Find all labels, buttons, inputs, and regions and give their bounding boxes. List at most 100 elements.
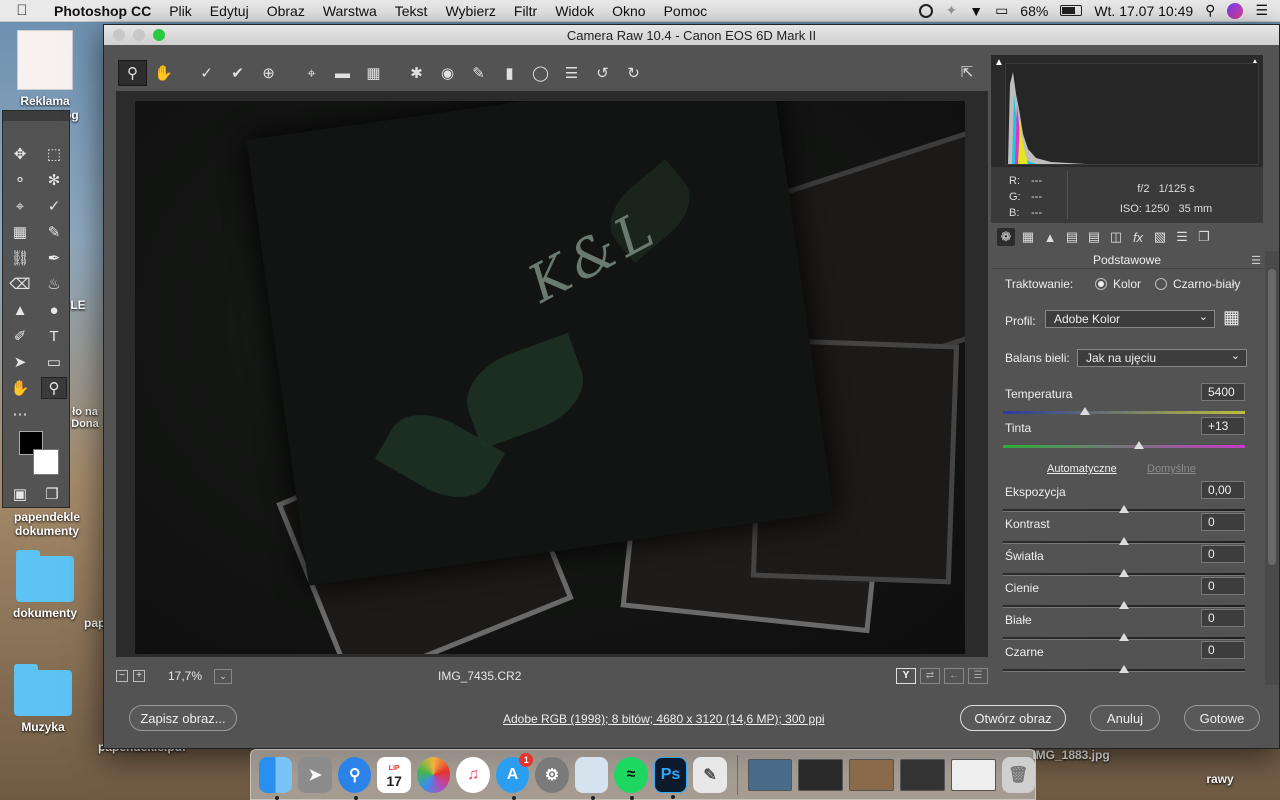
toggle-fullscreen-icon[interactable]: ⇱ [954, 59, 980, 85]
crop-tool-icon[interactable]: ⌖ [3, 195, 37, 217]
rotate-right-icon[interactable]: ↻ [619, 60, 648, 86]
blur-tool-icon[interactable]: ▲ [3, 299, 37, 321]
tab-basic-icon[interactable]: ❁ [997, 228, 1015, 246]
zoom-out-button[interactable]: − [116, 670, 128, 682]
slider-track[interactable] [1003, 441, 1245, 449]
straighten-tool-icon[interactable]: ▬ [328, 60, 357, 86]
preferences-icon[interactable]: ☰ [557, 60, 586, 86]
cancel-button[interactable]: Anuluj [1090, 705, 1160, 731]
slider-value-field[interactable]: 0 [1201, 577, 1245, 595]
image-preview[interactable]: K&L [135, 101, 965, 654]
airplay-icon[interactable]: ▭ [995, 2, 1008, 19]
transform-tool-icon[interactable]: ▦ [359, 60, 388, 86]
swap-before-after-icon[interactable]: ⇄ [920, 668, 940, 684]
spot-removal-tool-icon[interactable]: ✱ [402, 60, 431, 86]
minimize-icon[interactable] [133, 29, 145, 41]
zoom-dropdown[interactable]: ⌄ [214, 668, 233, 684]
slider-value-field[interactable]: 0,00 [1201, 481, 1245, 499]
battery-icon[interactable] [1060, 5, 1083, 16]
toggle-settings-icon[interactable]: ☰ [968, 668, 988, 684]
panel-menu-icon[interactable]: ☰ [1251, 254, 1261, 267]
background-color-swatch[interactable] [33, 449, 59, 475]
menu-image[interactable]: Obraz [258, 3, 314, 19]
dodge-tool-icon[interactable]: ● [37, 299, 71, 321]
tab-lens-icon[interactable]: ◫ [1107, 228, 1125, 246]
apple-menu-icon[interactable]:  [0, 2, 44, 19]
notification-center-icon[interactable]: ☰ [1255, 2, 1268, 19]
white-balance-select[interactable]: Jak na ujęciu [1077, 348, 1247, 367]
zoom-tool-icon[interactable]: ⚲ [41, 377, 67, 399]
slider-value-field[interactable]: 0 [1201, 609, 1245, 627]
quick-select-tool-icon[interactable]: ✻ [37, 169, 71, 191]
slider-track[interactable] [1003, 569, 1245, 577]
menu-edit[interactable]: Edytuj [201, 3, 258, 19]
targeted-adjustment-tool-icon[interactable]: ⊕ [254, 60, 283, 86]
desktop-partial-label[interactable]: ło na Dona [68, 406, 102, 430]
profile-select[interactable]: Adobe Kolor [1045, 309, 1215, 328]
slider-value-field[interactable]: +13 [1201, 417, 1245, 435]
close-icon[interactable] [113, 29, 125, 41]
desktop-file-papendekle[interactable]: papendekle dokumenty [2, 510, 92, 538]
more-tools-icon[interactable]: ⋯ [3, 403, 37, 425]
type-tool-icon[interactable]: T [37, 325, 71, 347]
zoom-window-icon[interactable] [153, 29, 165, 41]
calendar-icon[interactable]: LIP 17 [377, 756, 411, 793]
menu-file[interactable]: Plik [160, 3, 201, 19]
slider-track[interactable] [1003, 665, 1245, 673]
menu-help[interactable]: Pomoc [655, 3, 717, 19]
marquee-tool-icon[interactable]: ⬚ [37, 143, 71, 165]
app-menu[interactable]: Photoshop CC [44, 3, 160, 19]
stamp-tool-icon[interactable]: ⛓ [3, 247, 37, 269]
tab-presets-icon[interactable]: ☰ [1173, 228, 1191, 246]
desktop-folder-rawy[interactable]: rawy [1190, 772, 1250, 786]
slider-value-field[interactable]: 0 [1201, 513, 1245, 531]
bluetooth-icon[interactable]: ✦ [945, 2, 957, 19]
finder-icon[interactable] [259, 756, 293, 800]
trash-icon[interactable]: 🗑 [1001, 756, 1035, 793]
desktop-folder-muzyka[interactable]: Muzyka [0, 664, 88, 734]
slider-track[interactable] [1003, 505, 1245, 513]
auto-link[interactable]: Automatyczne [1047, 463, 1117, 475]
lasso-tool-icon[interactable]: ⚬ [3, 169, 37, 191]
tab-tone-curve-icon[interactable]: ▦ [1019, 228, 1037, 246]
slider-value-field[interactable]: 0 [1201, 545, 1245, 563]
eyedropper-tool-icon[interactable]: ✓ [37, 195, 71, 217]
menu-layer[interactable]: Warstwa [314, 3, 386, 19]
move-tool-icon[interactable]: ✥ [3, 143, 37, 165]
launchpad-icon[interactable]: ➤ [298, 756, 332, 793]
preview-icon[interactable] [574, 756, 609, 800]
safari-icon[interactable]: ⚲ [337, 756, 372, 800]
graduated-filter-icon[interactable]: ▮ [495, 60, 524, 86]
slider-thumb[interactable] [1119, 569, 1129, 577]
profile-browser-icon[interactable]: ▦ [1223, 307, 1240, 328]
minimized-window[interactable] [798, 758, 844, 791]
menu-type[interactable]: Tekst [386, 3, 437, 19]
tools-panel-header[interactable] [3, 111, 69, 121]
slider-thumb[interactable] [1119, 633, 1129, 641]
desktop-partial-label[interactable]: pap [84, 616, 105, 630]
paint-bucket-tool-icon[interactable]: ♨ [37, 273, 71, 295]
menu-view[interactable]: Widok [546, 3, 603, 19]
history-brush-tool-icon[interactable]: ✒ [37, 247, 71, 269]
record-icon[interactable] [919, 3, 934, 18]
slider-thumb[interactable] [1119, 537, 1129, 545]
photoshop-icon[interactable]: Ps [653, 756, 688, 799]
path-select-tool-icon[interactable]: ➤ [3, 351, 37, 373]
music-icon[interactable]: ♫ [456, 756, 490, 793]
zoom-tool-icon[interactable]: ⚲ [118, 60, 147, 86]
healing-tool-icon[interactable]: ▦ [3, 221, 37, 243]
tab-effects-icon[interactable]: fx [1129, 228, 1147, 246]
zoom-in-button[interactable]: + [133, 670, 145, 682]
window-titlebar[interactable]: Camera Raw 10.4 - Canon EOS 6D Mark II [104, 25, 1279, 45]
brush-tool-icon[interactable]: ✎ [37, 221, 71, 243]
spotify-icon[interactable]: ≈ [614, 756, 648, 800]
menu-window[interactable]: Okno [603, 3, 654, 19]
adjustment-brush-icon[interactable]: ✎ [464, 60, 493, 86]
minimized-window[interactable] [950, 758, 996, 791]
tab-hsl-icon[interactable]: ▤ [1063, 228, 1081, 246]
workflow-options-link[interactable]: Adobe RGB (1998); 8 bitów; 4680 x 3120 (… [503, 712, 825, 726]
menu-filter[interactable]: Filtr [505, 3, 546, 19]
slider-thumb[interactable] [1133, 441, 1144, 449]
pen-tool-icon[interactable]: ✐ [3, 325, 37, 347]
done-button[interactable]: Gotowe [1184, 705, 1260, 731]
